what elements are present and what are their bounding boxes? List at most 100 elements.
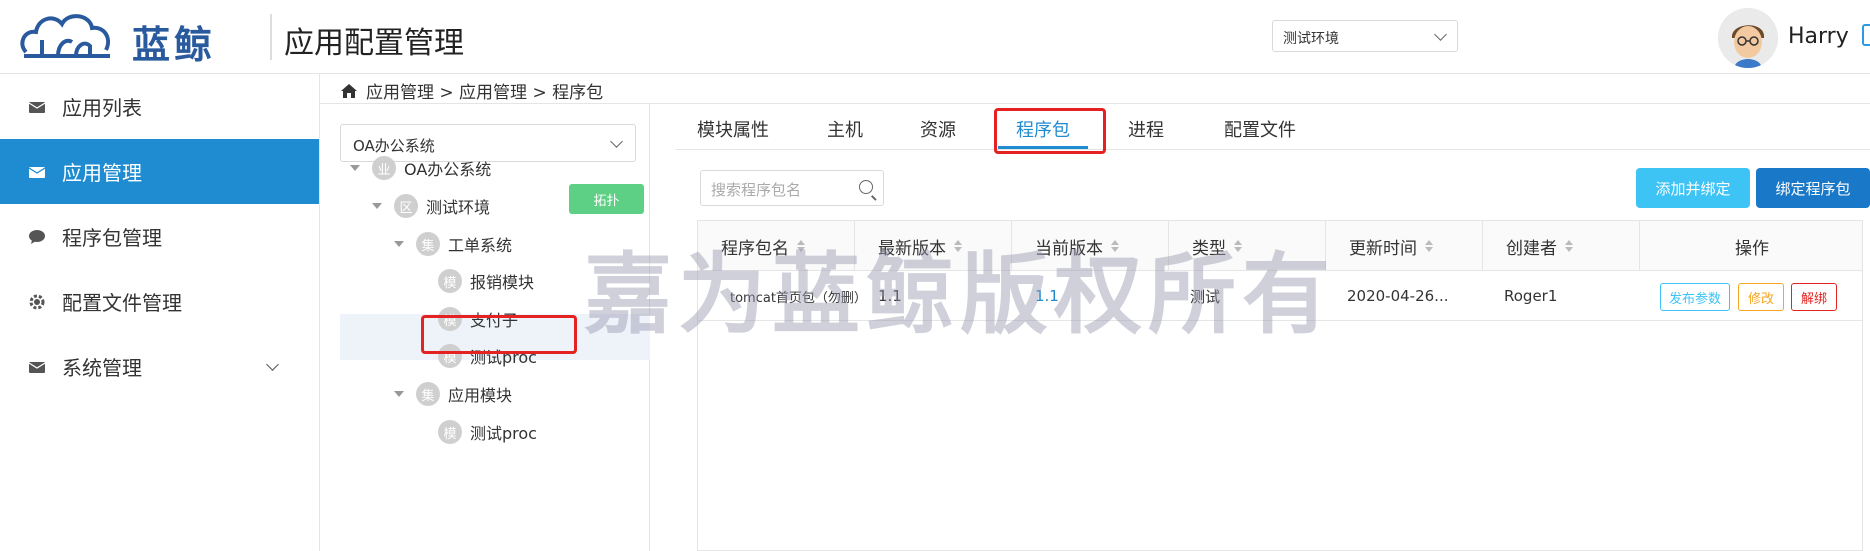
logo-text: 蓝鲸: [132, 23, 217, 67]
breadcrumb: 应用管理 > 应用管理 > 程序包: [340, 78, 603, 103]
caret-down-icon[interactable]: [394, 241, 404, 247]
highlight-box-active-tab: [994, 108, 1106, 154]
sidebar-item-label: 程序包管理: [62, 226, 162, 250]
node-type-badge: 模: [438, 269, 462, 293]
node-type-badge: 模: [438, 420, 462, 444]
tree-node-selected[interactable]: 模 报销模块: [438, 261, 534, 301]
tab-hosts[interactable]: 主机: [827, 116, 863, 142]
package-search-input[interactable]: 搜索程序包名: [700, 170, 884, 206]
node-type-badge: 区: [394, 194, 418, 218]
tree-node-label: 测试proc: [470, 424, 537, 443]
column-label: 操作: [1735, 238, 1769, 259]
chevron-down-icon: [1434, 28, 1447, 41]
tab-module-attributes[interactable]: 模块属性: [697, 116, 769, 142]
mail-icon: [28, 166, 46, 178]
column-header-package-name[interactable]: 程序包名: [698, 221, 855, 271]
topology-button[interactable]: 拓扑: [569, 184, 644, 214]
column-header-updated-time[interactable]: 更新时间: [1326, 221, 1483, 271]
column-header-type[interactable]: 类型: [1169, 221, 1326, 271]
publish-params-button[interactable]: 发布参数: [1660, 283, 1730, 311]
sort-icon[interactable]: [1111, 240, 1119, 252]
avatar[interactable]: [1718, 8, 1778, 68]
chevron-down-icon[interactable]: [266, 358, 279, 371]
gear-icon: [29, 294, 45, 309]
tab-processes[interactable]: 进程: [1128, 116, 1164, 142]
sort-icon[interactable]: [1425, 240, 1433, 252]
tree-node[interactable]: 集 工单系统: [394, 224, 512, 264]
sort-icon[interactable]: [1565, 240, 1573, 252]
chat-bubble-icon: [29, 229, 45, 244]
unbind-button[interactable]: 解绑: [1791, 283, 1837, 311]
tree-node[interactable]: 集 应用模块: [394, 374, 512, 414]
sidebar-item-label: 系统管理: [62, 356, 142, 380]
sort-icon[interactable]: [954, 240, 962, 252]
node-type-badge: 集: [416, 232, 440, 256]
header-divider: [270, 14, 272, 60]
sidebar-item-app-management[interactable]: 应用管理: [0, 139, 319, 204]
sidebar-item-app-list[interactable]: 应用列表: [0, 74, 319, 139]
chevron-down-icon: [610, 135, 623, 148]
caret-down-icon[interactable]: [394, 391, 404, 397]
sidebar-item-system-management[interactable]: 系统管理: [0, 334, 319, 399]
cell-type: 测试: [1190, 287, 1221, 306]
cell-creator: Roger1: [1504, 287, 1558, 305]
mail-icon: [28, 361, 46, 373]
table-row: tomcat首页包（勿删） 1.1 1.1 测试 2020-04-26... R…: [698, 271, 1862, 321]
mail-icon: [28, 101, 46, 113]
fullscreen-icon[interactable]: [1862, 24, 1870, 46]
tree-node-label: 工单系统: [448, 236, 513, 255]
username[interactable]: Harry: [1788, 24, 1849, 49]
cell-updated-time: 2020-04-26...: [1347, 287, 1449, 305]
tree-node[interactable]: 模 测试proc: [438, 412, 537, 452]
node-type-badge: 业: [372, 156, 396, 180]
environment-select-value: 测试环境: [1283, 31, 1339, 47]
package-table: 程序包名 最新版本 当前版本 类型 更新时间 创建者 操作 tomcat首页包（…: [697, 220, 1863, 551]
column-header-creator[interactable]: 创建者: [1483, 221, 1640, 271]
breadcrumb-text[interactable]: 应用管理 > 应用管理 > 程序包: [366, 78, 603, 103]
cloud-logo-icon: [20, 14, 111, 58]
column-header-current-version[interactable]: 当前版本: [1012, 221, 1169, 271]
user-avatar-icon: [1718, 8, 1778, 68]
top-header: 蓝鲸 应用配置管理 测试环境 Harry: [0, 0, 1870, 74]
app-title: 应用配置管理: [284, 26, 464, 61]
sort-icon[interactable]: [1234, 240, 1242, 252]
column-header-latest-version[interactable]: 最新版本: [855, 221, 1012, 271]
table-header: 程序包名 最新版本 当前版本 类型 更新时间 创建者 操作: [698, 221, 1862, 271]
column-label: 程序包名: [721, 238, 789, 259]
column-label: 类型: [1192, 238, 1226, 259]
sort-icon[interactable]: [797, 240, 805, 252]
sidebar: 应用列表 应用管理 程序包管理 配置文件管理 系统管理: [0, 74, 320, 551]
tab-config-files[interactable]: 配置文件: [1224, 116, 1296, 142]
highlight-box-selected-module: [421, 315, 577, 354]
sidebar-item-package-management[interactable]: 程序包管理: [0, 204, 319, 269]
tree-node-label: OA办公系统: [404, 160, 492, 179]
add-and-bind-button[interactable]: 添加并绑定: [1636, 168, 1750, 208]
tree-node-label: 测试环境: [426, 198, 491, 217]
environment-select[interactable]: 测试环境: [1272, 20, 1458, 52]
sidebar-item-label: 配置文件管理: [62, 291, 182, 315]
tree-node[interactable]: 业 OA办公系统: [350, 148, 491, 188]
sidebar-item-config-file-management[interactable]: 配置文件管理: [0, 269, 319, 334]
cell-latest-version: 1.1: [878, 287, 902, 305]
tree-node-label: 应用模块: [448, 386, 513, 405]
sidebar-item-label: 应用列表: [62, 96, 142, 120]
cell-package-name: tomcat首页包（勿删）: [730, 290, 867, 306]
bind-package-button[interactable]: 绑定程序包: [1756, 168, 1870, 208]
tree-node-label: 报销模块: [470, 273, 535, 292]
column-label: 更新时间: [1349, 238, 1417, 259]
caret-down-icon[interactable]: [372, 203, 382, 209]
tab-resources[interactable]: 资源: [920, 116, 956, 142]
node-type-badge: 集: [416, 382, 440, 406]
home-icon[interactable]: [340, 83, 358, 99]
sidebar-item-label: 应用管理: [62, 161, 142, 185]
edit-button[interactable]: 修改: [1738, 283, 1784, 311]
column-label: 创建者: [1506, 238, 1557, 259]
cell-current-version[interactable]: 1.1: [1035, 271, 1059, 321]
search-placeholder: 搜索程序包名: [711, 181, 802, 199]
tab-bar: 模块属性 主机 资源 程序包 进程 配置文件: [676, 104, 1870, 150]
caret-down-icon[interactable]: [350, 165, 360, 171]
search-icon[interactable]: [859, 180, 873, 194]
tree-node[interactable]: 区 测试环境: [372, 186, 490, 226]
column-label: 最新版本: [878, 238, 946, 259]
column-header-actions: 操作: [1640, 221, 1864, 271]
